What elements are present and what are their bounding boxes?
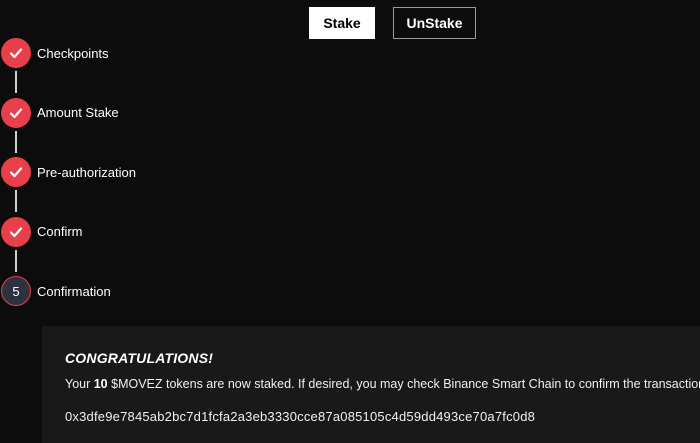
step-confirmation: 5 Confirmation [1,276,136,306]
step-confirm: Confirm [1,216,136,272]
step-number-circle: 5 [1,276,31,306]
staked-message: Your 10 $MOVEZ tokens are now staked. If… [65,377,700,391]
message-suffix: $MOVEZ tokens are now staked. If desired… [107,377,700,391]
congratulations-panel: CONGRATULATIONS! Your 10 $MOVEZ tokens a… [42,326,700,443]
step-pre-authorization: Pre-authorization [1,157,136,212]
message-prefix: Your [65,377,94,391]
congratulations-title: CONGRATULATIONS! [65,350,214,366]
step-connector [15,249,17,272]
step-status-circle [1,97,31,128]
step-status-circle [1,216,31,247]
step-checkpoints: Checkpoints [1,38,136,93]
step-connector [15,71,17,93]
check-icon [9,107,23,118]
step-label: Amount Stake [37,105,119,120]
step-label: Checkpoints [37,45,109,61]
step-status-circle [1,38,31,68]
step-label: Pre-authorization [37,164,136,180]
step-connector [15,190,17,212]
staked-amount: 10 [93,377,108,391]
tab-unstake[interactable]: UnStake [393,7,476,39]
check-icon [9,167,23,178]
transaction-hash: 0x3dfe9e7845ab2bc7d1fcfa2a3eb3330cce87a0… [65,409,536,424]
step-amount-stake: Amount Stake [1,97,136,153]
step-status-circle [1,157,31,187]
step-connector [15,130,17,153]
check-icon [9,48,23,59]
stake-tabs: Stake UnStake [309,7,476,39]
progress-steps: Checkpoints Amount Stake Pre-authorizati… [1,38,136,306]
check-icon [9,226,23,237]
step-label: Confirmation [37,283,111,299]
step-label: Confirm [37,224,83,239]
tab-stake[interactable]: Stake [309,7,375,39]
